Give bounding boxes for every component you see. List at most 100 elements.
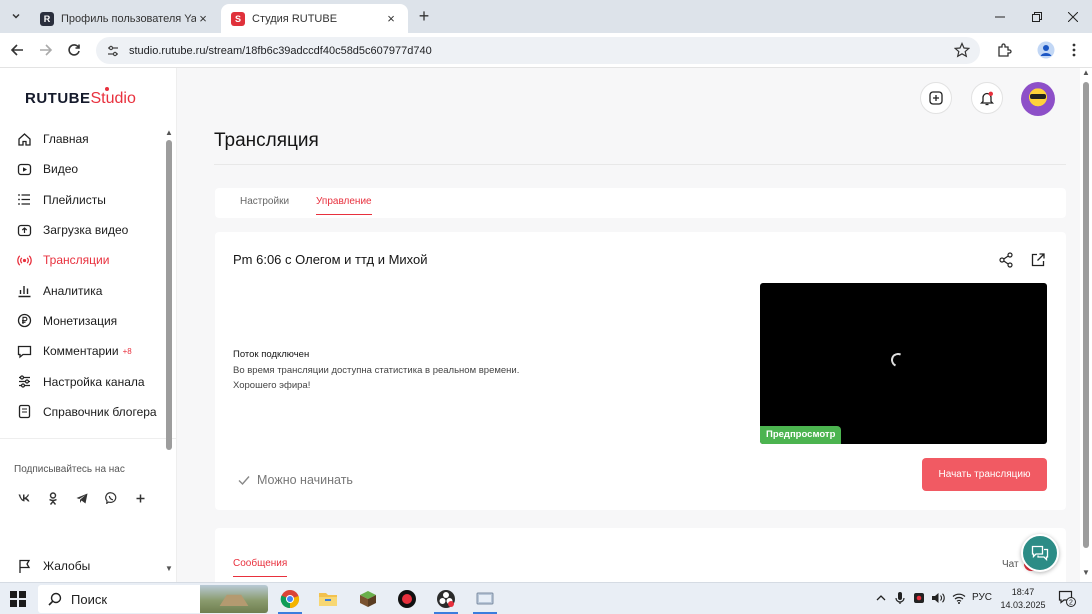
add-content-button[interactable]	[920, 82, 952, 114]
close-tab-icon[interactable]: ×	[196, 11, 210, 26]
browser-tabstrip: R Профиль пользователя Yan Ar × S Студия…	[0, 0, 1092, 33]
address-bar[interactable]: studio.rutube.ru/stream/18fb6c39adccdf40…	[96, 37, 980, 64]
page-scrollbar[interactable]: ▲ ▼	[1080, 68, 1092, 582]
forward-button[interactable]	[35, 39, 57, 61]
scrollbar-thumb[interactable]	[166, 140, 172, 450]
broadcast-icon	[16, 252, 32, 268]
tab-list-button[interactable]	[6, 6, 26, 26]
close-tab-icon[interactable]: ×	[384, 11, 398, 26]
volume-icon[interactable]	[930, 590, 946, 606]
stream-title: Pm 6:06 с Олегом и ттд и Михой	[233, 252, 428, 267]
bookmark-star-icon[interactable]	[953, 42, 971, 58]
avatar[interactable]	[1021, 82, 1055, 116]
new-tab-button[interactable]: +	[414, 7, 434, 27]
sidebar-item-label: Справочник блогера	[43, 404, 157, 419]
sidebar-item-analytics[interactable]: Аналитика	[16, 275, 166, 305]
notifications-button[interactable]	[971, 82, 1003, 114]
obs-icon[interactable]	[428, 586, 464, 614]
record-tray-icon[interactable]	[911, 590, 927, 606]
chrome-icon[interactable]	[272, 586, 308, 614]
stream-preview-player[interactable]: Предпросмотр	[760, 283, 1047, 444]
reload-icon	[68, 44, 80, 56]
windows-start-icon[interactable]	[10, 591, 26, 607]
wifi-icon[interactable]	[951, 590, 967, 606]
profile-button[interactable]	[1036, 40, 1056, 60]
help-icon	[16, 404, 32, 420]
browser-toolbar: studio.rutube.ru/stream/18fb6c39adccdf40…	[0, 33, 1092, 68]
chat-card: Сообщения Чат	[215, 528, 1066, 582]
browser-tab-studio[interactable]: S Студия RUTUBE ×	[221, 4, 408, 33]
sidebar-item-complaints[interactable]: Жалобы	[16, 558, 90, 574]
stream-status-text: Хорошего эфира!	[233, 380, 311, 391]
rutube-studio-logo[interactable]: RUTUBE Studio	[25, 87, 136, 108]
sidebar-item-playlists[interactable]: Плейлисты	[16, 185, 166, 215]
file-explorer-icon[interactable]	[310, 586, 346, 612]
taskbar-clock[interactable]: 18:47 14.03.2025	[1000, 586, 1046, 612]
stream-status-text: Во время трансляции доступна статистика …	[233, 365, 520, 376]
profile-icon	[1037, 41, 1055, 59]
studio-page: RUTUBE Studio Главная Видео Плейлисты Заг…	[0, 68, 1092, 582]
support-chat-button[interactable]	[1021, 534, 1059, 572]
scroll-down-icon[interactable]: ▼	[165, 564, 173, 573]
plus-icon[interactable]	[130, 488, 150, 508]
ready-label: Можно начинать	[257, 473, 353, 487]
sidebar-item-label: Загрузка видео	[43, 223, 129, 238]
sidebar-item-monetization[interactable]: Монетизация	[16, 306, 166, 336]
tab-title: Студия RUTUBE	[252, 12, 338, 25]
site-info-icon[interactable]	[106, 44, 120, 58]
tray-overflow-icon[interactable]	[873, 590, 889, 606]
reload-button[interactable]	[63, 39, 85, 61]
scroll-up-icon[interactable]: ▲	[1082, 68, 1090, 77]
comments-count-badge: +8	[122, 346, 132, 356]
microphone-icon[interactable]	[892, 590, 908, 606]
sidebar-item-video[interactable]: Видео	[16, 154, 166, 184]
page-title: Трансляция	[214, 130, 319, 151]
sidebar-item-upload[interactable]: Загрузка видео	[16, 215, 166, 245]
record-icon[interactable]	[389, 586, 425, 612]
viber-icon[interactable]	[101, 488, 121, 508]
app-icon[interactable]	[467, 586, 503, 614]
keyboard-language[interactable]: РУС	[972, 592, 992, 603]
external-link-icon[interactable]	[1030, 252, 1048, 270]
vk-icon[interactable]	[14, 488, 34, 508]
notification-center-icon[interactable]: 2	[1058, 589, 1076, 607]
tab-messages[interactable]: Сообщения	[233, 558, 288, 577]
tab-management[interactable]: Управление	[316, 196, 372, 215]
sidebar-item-label: Главная	[43, 132, 89, 147]
sidebar-item-label: Аналитика	[43, 283, 103, 298]
sidebar-item-label: Комментарии	[43, 344, 119, 359]
browser-tab-profile[interactable]: R Профиль пользователя Yan Ar ×	[30, 4, 220, 33]
scroll-up-icon[interactable]: ▲	[165, 128, 173, 137]
url-text: studio.rutube.ru/stream/18fb6c39adccdf40…	[129, 44, 432, 57]
close-window-button[interactable]	[1055, 0, 1091, 33]
minecraft-icon[interactable]	[350, 586, 386, 612]
scroll-down-icon[interactable]: ▼	[1082, 568, 1090, 577]
ok-icon[interactable]	[43, 488, 63, 508]
sidebar-scrollbar[interactable]: ▲ ▼	[165, 128, 173, 578]
restore-button[interactable]	[1019, 0, 1055, 33]
sidebar-item-label: Плейлисты	[43, 192, 106, 207]
logo-brand: RUTUBE	[25, 90, 91, 107]
logo-dot	[105, 87, 109, 91]
extensions-button[interactable]	[994, 40, 1014, 60]
home-icon	[16, 131, 32, 147]
sidebar-item-home[interactable]: Главная	[16, 124, 166, 154]
sidebar-item-streams[interactable]: Трансляции	[16, 245, 166, 275]
sidebar-item-comments[interactable]: Комментарии +8	[16, 336, 166, 366]
tab-title: Профиль пользователя Yan Ar	[61, 12, 196, 25]
sidebar-item-label: Видео	[43, 162, 79, 177]
telegram-icon[interactable]	[72, 488, 92, 508]
share-icon[interactable]	[998, 252, 1016, 270]
scrollbar-thumb[interactable]	[1083, 82, 1089, 548]
channel-settings-icon	[16, 374, 32, 390]
minimize-button[interactable]	[982, 0, 1018, 33]
browser-menu-button[interactable]	[1064, 40, 1084, 60]
loading-spinner-icon	[889, 351, 907, 369]
sidebar-item-channel-settings[interactable]: Настройка канала	[16, 366, 166, 396]
tab-settings[interactable]: Настройки	[240, 196, 289, 207]
taskbar-search[interactable]: Поиск	[38, 585, 268, 613]
sidebar: RUTUBE Studio Главная Видео Плейлисты Заг…	[0, 68, 177, 582]
start-stream-button[interactable]: Начать трансляцию	[922, 458, 1047, 491]
back-button[interactable]	[6, 39, 28, 61]
sidebar-item-help[interactable]: Справочник блогера	[16, 397, 166, 427]
